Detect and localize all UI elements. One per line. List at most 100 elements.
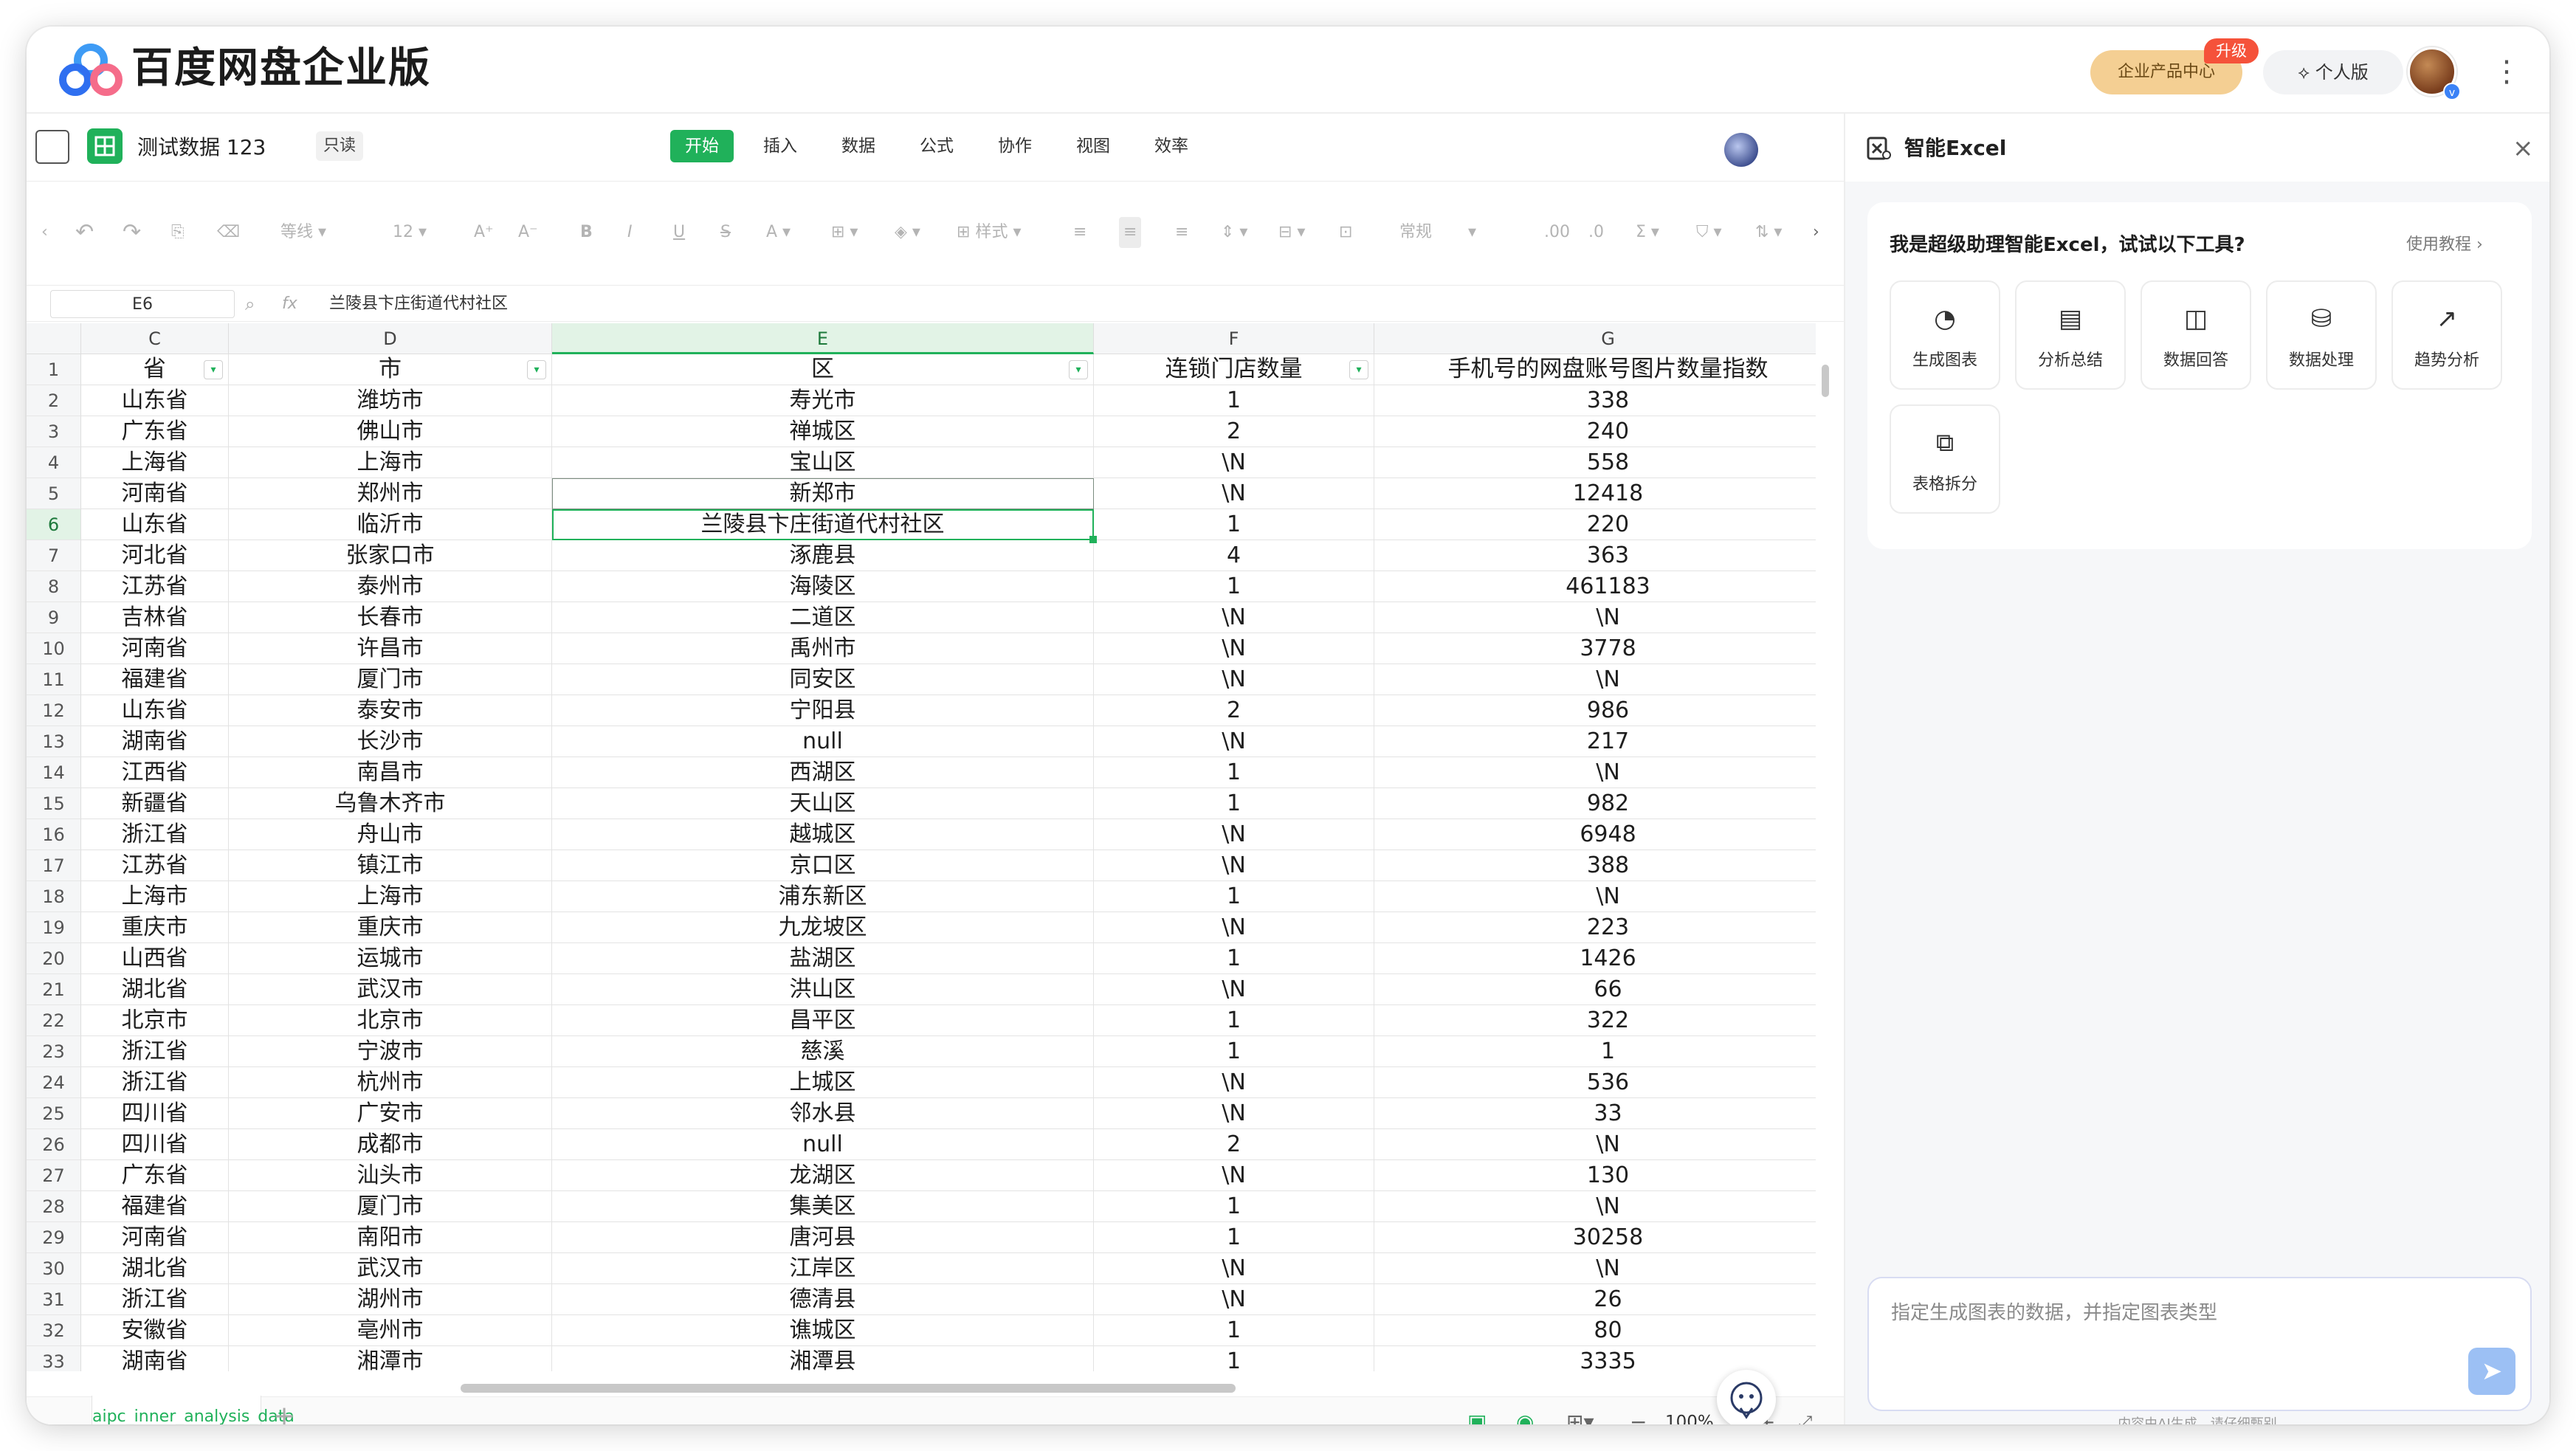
table-cell[interactable]: 461183 [1374, 571, 1816, 602]
table-cell[interactable]: \N [1094, 633, 1374, 664]
row-number[interactable]: 21 [27, 974, 81, 1005]
menu-insert[interactable]: 插入 [748, 130, 812, 162]
format-painter-icon[interactable]: ⎘ [171, 217, 185, 248]
row-number[interactable]: 23 [27, 1036, 81, 1067]
table-cell[interactable]: 盐湖区 [552, 943, 1094, 974]
table-cell[interactable]: 986 [1374, 695, 1816, 726]
table-cell[interactable]: 涿鹿县 [552, 540, 1094, 571]
table-cell[interactable]: 217 [1374, 726, 1816, 757]
table-cell[interactable]: 1426 [1374, 943, 1816, 974]
merge-cells-icon[interactable]: ⊟ ▾ [1278, 217, 1305, 248]
personal-edition-button[interactable]: ⟡ 个人版 [2263, 50, 2403, 94]
table-cell[interactable]: 广安市 [229, 1098, 552, 1129]
document-title[interactable]: 测试数据 123 [137, 131, 266, 164]
clear-format-icon[interactable]: ⌫ [217, 217, 240, 248]
table-cell[interactable]: 宝山区 [552, 447, 1094, 478]
table-cell[interactable]: 上海市 [229, 447, 552, 478]
table-cell[interactable]: 66 [1374, 974, 1816, 1005]
decimal-increase-icon[interactable]: .00 [1544, 217, 1570, 248]
undo-icon[interactable]: ↶ [75, 217, 94, 248]
row-number[interactable]: 4 [27, 447, 81, 478]
row-number[interactable]: 25 [27, 1098, 81, 1129]
table-cell[interactable]: \N [1374, 664, 1816, 695]
table-cell[interactable]: 1 [1094, 1315, 1374, 1346]
menu-efficiency[interactable]: 效率 [1140, 130, 1203, 162]
add-sheet-icon[interactable]: + [273, 1402, 295, 1425]
table-cell[interactable]: null [552, 1129, 1094, 1160]
table-cell[interactable]: 湘潭市 [229, 1346, 552, 1371]
underline-icon[interactable]: U [673, 217, 685, 248]
header-cell[interactable]: 区 [552, 354, 1094, 385]
table-cell[interactable]: 重庆市 [81, 912, 229, 943]
cell-reference-box[interactable]: E6 [50, 290, 235, 318]
strikethrough-icon[interactable]: S [720, 217, 731, 248]
baidu-netdisk-logo-icon[interactable] [59, 41, 123, 97]
row-number[interactable]: 1 [27, 354, 81, 385]
table-cell[interactable]: 6948 [1374, 819, 1816, 850]
table-cell[interactable]: 江苏省 [81, 850, 229, 881]
font-color-icon[interactable]: A ▾ [766, 217, 791, 248]
row-number[interactable]: 8 [27, 571, 81, 602]
font-family-select[interactable]: 等线 ▾ [280, 217, 326, 248]
table-cell[interactable]: 338 [1374, 385, 1816, 416]
table-cell[interactable]: 江苏省 [81, 571, 229, 602]
vertical-scrollbar[interactable] [1819, 335, 1832, 1383]
table-cell[interactable]: \N [1374, 881, 1816, 912]
align-center-icon[interactable]: ≡ [1119, 217, 1142, 248]
decimal-decrease-icon[interactable]: .0 [1588, 217, 1604, 248]
table-cell[interactable]: 郑州市 [229, 478, 552, 509]
table-cell[interactable]: \N [1094, 1253, 1374, 1284]
table-cell[interactable]: 河南省 [81, 1222, 229, 1253]
row-number[interactable]: 27 [27, 1160, 81, 1191]
send-button[interactable]: ➤ [2468, 1348, 2515, 1395]
table-cell[interactable]: \N [1374, 1191, 1816, 1222]
table-cell[interactable]: 湖州市 [229, 1284, 552, 1315]
table-cell[interactable]: 禅城区 [552, 416, 1094, 447]
table-cell[interactable]: 德清县 [552, 1284, 1094, 1315]
table-cell[interactable]: 龙湖区 [552, 1160, 1094, 1191]
scroll-right-icon[interactable]: › [1813, 217, 1819, 248]
wrap-text-icon[interactable]: ⊡ [1339, 217, 1352, 248]
table-cell[interactable]: 26 [1374, 1284, 1816, 1315]
fill-color-icon[interactable]: ◈ ▾ [895, 217, 920, 248]
table-cell[interactable]: 西湖区 [552, 757, 1094, 788]
table-cell[interactable]: 上海市 [81, 881, 229, 912]
table-cell[interactable]: 北京市 [229, 1005, 552, 1036]
table-cell[interactable]: 江西省 [81, 757, 229, 788]
table-cell[interactable]: 谯城区 [552, 1315, 1094, 1346]
header-cell[interactable]: 市 [229, 354, 552, 385]
close-icon[interactable]: × [2513, 131, 2534, 165]
table-cell[interactable]: \N [1094, 974, 1374, 1005]
table-cell[interactable]: 安徽省 [81, 1315, 229, 1346]
column-header-g[interactable]: G [1374, 323, 1816, 354]
table-cell[interactable]: 长沙市 [229, 726, 552, 757]
tool-data-answer[interactable]: ◫ 数据回答 [2141, 280, 2251, 390]
table-cell[interactable]: 二道区 [552, 602, 1094, 633]
row-number[interactable]: 33 [27, 1346, 81, 1371]
tool-trend-analysis[interactable]: ↗ 趋势分析 [2391, 280, 2502, 390]
table-cell[interactable]: 山东省 [81, 385, 229, 416]
table-cell[interactable]: 泰州市 [229, 571, 552, 602]
table-cell[interactable]: 1 [1374, 1036, 1816, 1067]
table-cell[interactable]: 许昌市 [229, 633, 552, 664]
table-cell[interactable]: 浙江省 [81, 1284, 229, 1315]
table-cell[interactable]: 天山区 [552, 788, 1094, 819]
row-number[interactable]: 13 [27, 726, 81, 757]
number-format-select[interactable]: 常规 ▾ [1399, 217, 1476, 248]
tool-analysis-summary[interactable]: ▤ 分析总结 [2015, 280, 2126, 390]
table-cell[interactable]: 重庆市 [229, 912, 552, 943]
decrease-font-icon[interactable]: A⁻ [518, 217, 538, 248]
row-number[interactable]: 18 [27, 881, 81, 912]
table-cell[interactable]: 山东省 [81, 509, 229, 540]
table-cell[interactable]: 武汉市 [229, 974, 552, 1005]
table-cell[interactable]: 80 [1374, 1315, 1816, 1346]
table-cell[interactable]: \N [1374, 602, 1816, 633]
table-cell[interactable]: 浦东新区 [552, 881, 1094, 912]
function-icon[interactable]: fx [282, 292, 297, 317]
font-size-select[interactable]: 12 ▾ [393, 217, 427, 248]
table-cell[interactable]: 322 [1374, 1005, 1816, 1036]
table-cell[interactable]: 广东省 [81, 416, 229, 447]
row-number[interactable]: 14 [27, 757, 81, 788]
row-number[interactable]: 10 [27, 633, 81, 664]
header-cell[interactable]: 手机号的网盘账号图片数量指数 [1374, 354, 1816, 385]
